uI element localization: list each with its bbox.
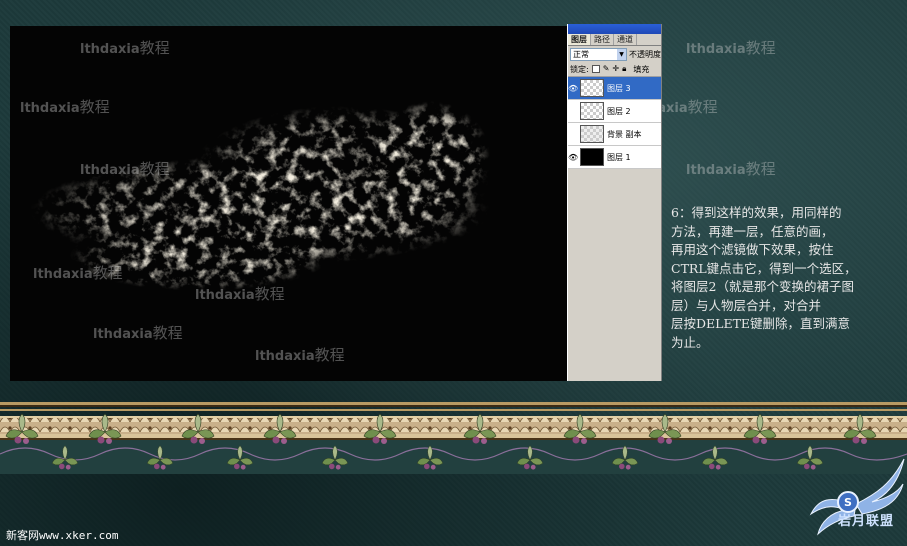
- opacity-label: 不透明度: [629, 49, 661, 59]
- logo-text: 岩月联盟: [838, 514, 895, 529]
- watermark: lthdaxia教程: [20, 98, 110, 116]
- move-lock-icon[interactable]: ✛: [612, 65, 619, 73]
- layer-row[interactable]: 背景 副本: [568, 123, 661, 146]
- watermark: lthdaxia教程: [80, 160, 170, 178]
- layer-name: 图层 3: [607, 83, 631, 93]
- winged-logo-icon: S: [809, 458, 905, 536]
- watermark: lthdaxia教程: [686, 39, 776, 57]
- layer-thumbnail: [580, 125, 604, 143]
- brush-lock-icon[interactable]: ✎: [603, 65, 610, 73]
- layer-thumbnail: [580, 102, 604, 120]
- layer-name: 图层 1: [607, 152, 631, 162]
- layer-row[interactable]: 图层 2: [568, 100, 661, 123]
- lock-transparency-checkbox[interactable]: [591, 65, 600, 73]
- tab-channels[interactable]: 通道: [614, 34, 637, 45]
- layer-row[interactable]: 👁︎ 图层 1: [568, 146, 661, 169]
- fill-label: 填充: [633, 64, 650, 74]
- layer-row[interactable]: 👁︎ 图层 3: [568, 77, 661, 100]
- floral-border: [0, 402, 907, 474]
- svg-text:S: S: [844, 496, 852, 509]
- layer-list: 👁︎ 图层 3 图层 2 背景 副本 👁︎ 图层 1: [568, 77, 661, 169]
- blend-mode-select[interactable]: 正常 ▼: [570, 47, 627, 61]
- site-watermark: 新客网www.xker.com: [6, 529, 119, 542]
- tab-paths[interactable]: 路径: [591, 34, 614, 45]
- lock-icon[interactable]: 🔒︎: [622, 65, 626, 73]
- eye-icon[interactable]: 👁︎: [568, 153, 578, 162]
- lock-label: 锁定:: [570, 64, 589, 74]
- chevron-down-icon: ▼: [617, 48, 626, 60]
- panel-titlebar[interactable]: [568, 24, 661, 34]
- layer-name: 图层 2: [607, 106, 631, 116]
- layer-thumbnail: [580, 148, 604, 166]
- tutorial-step-text: 6：得到这样的效果，用同样的 方法，再建一层，任意的画， 再用这个滤镜做下效果，…: [671, 205, 857, 350]
- watermark: lthdaxia教程: [93, 324, 183, 342]
- blend-mode-value: 正常: [573, 49, 589, 59]
- watermark: lthdaxia教程: [686, 160, 776, 178]
- layer-thumbnail: [580, 79, 604, 97]
- layer-name: 背景 副本: [607, 129, 642, 139]
- watermark: lthdaxia教程: [33, 264, 123, 282]
- eye-icon[interactable]: 👁︎: [568, 84, 578, 93]
- watermark: lthdaxia教程: [195, 285, 285, 303]
- watermark: lthdaxia教程: [80, 39, 170, 57]
- layers-panel: 图层 路径 通道 正常 ▼ 不透明度 锁定: ✎ ✛ 🔒︎ 填充 👁︎ 图层 3…: [567, 24, 662, 381]
- watermark: lthdaxia教程: [255, 346, 345, 364]
- tab-layers[interactable]: 图层: [568, 34, 591, 45]
- panel-tabs: 图层 路径 通道: [568, 34, 661, 46]
